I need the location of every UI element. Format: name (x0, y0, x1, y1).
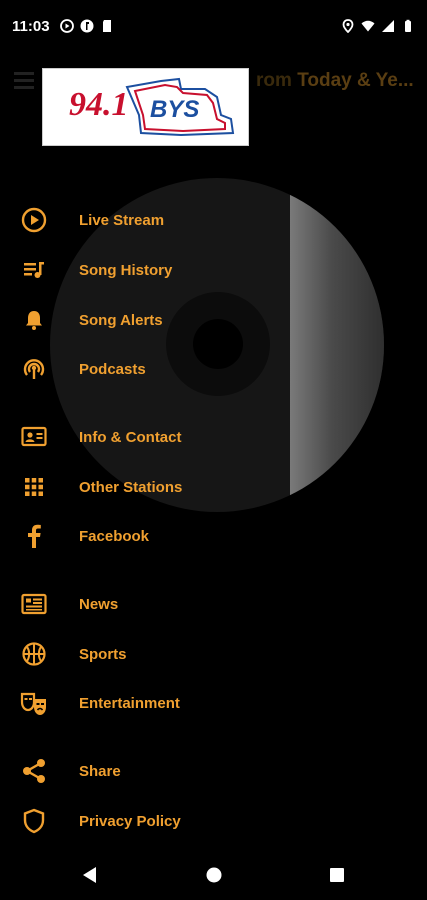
background-title-text: Today & Ye... (297, 70, 414, 91)
menu-item-song-history[interactable]: Song History (0, 247, 250, 293)
status-time: 11:03 (12, 17, 50, 35)
share-icon (20, 757, 48, 785)
menu-item-live-stream[interactable]: Live Stream (0, 197, 250, 243)
facebook-icon (20, 522, 48, 550)
menu-label-facebook: Facebook (79, 527, 150, 545)
menu-item-info-contact[interactable]: Info & Contact (0, 414, 250, 460)
home-button[interactable] (203, 864, 225, 886)
menu-label-song-alerts: Song Alerts (79, 311, 163, 329)
disc-highlight (290, 178, 384, 512)
wifi-icon (361, 20, 375, 32)
bell-icon (20, 306, 48, 334)
menu-item-news[interactable]: News (0, 581, 250, 627)
menu-item-entertainment[interactable]: Entertainment (0, 680, 250, 726)
battery-icon (405, 19, 411, 32)
menu-label-song-history: Song History (79, 261, 173, 279)
background-title-faded: rom (256, 70, 292, 91)
status-bar: 11:03 (0, 0, 427, 52)
menu-label-live-stream: Live Stream (79, 211, 165, 229)
menu-label-news: News (79, 595, 119, 613)
menu-label-share: Share (79, 762, 121, 780)
theater-masks-icon (20, 689, 48, 717)
system-navigation-bar (0, 850, 427, 900)
menu-item-podcasts[interactable]: Podcasts (0, 346, 250, 392)
sd-card-icon (102, 20, 111, 32)
newspaper-icon (20, 590, 48, 618)
back-button[interactable] (79, 864, 101, 886)
menu-item-share[interactable]: Share (0, 748, 250, 794)
background-page-title: rom Today & Ye... (256, 70, 414, 92)
logo-frequency: 94.1 (69, 86, 129, 123)
menu-item-facebook[interactable]: Facebook (0, 513, 250, 559)
menu-item-sports[interactable]: Sports (0, 631, 250, 677)
podcast-icon (20, 355, 48, 383)
recents-button[interactable] (326, 864, 348, 886)
play-circle-icon (20, 206, 48, 234)
menu-label-other-stations: Other Stations (79, 478, 183, 496)
menu-item-other-stations[interactable]: Other Stations (0, 464, 250, 510)
playlist-icon (20, 256, 48, 284)
menu-label-entertainment: Entertainment (79, 694, 180, 712)
station-logo: 94.1 BYS (42, 68, 249, 146)
app-notification-icon (80, 19, 94, 33)
menu-label-sports: Sports (79, 645, 127, 663)
menu-label-info-contact: Info & Contact (79, 428, 182, 446)
shield-icon (20, 807, 48, 835)
menu-label-podcasts: Podcasts (79, 360, 146, 378)
contact-card-icon (20, 423, 48, 451)
status-notification-icons (59, 19, 114, 33)
grid-icon (20, 473, 48, 501)
menu-item-song-alerts[interactable]: Song Alerts (0, 297, 250, 343)
location-icon (342, 19, 354, 33)
hamburger-menu-icon[interactable] (14, 72, 34, 93)
play-notification-icon (59, 19, 74, 33)
menu-item-privacy-policy[interactable]: Privacy Policy (0, 798, 250, 844)
signal-icon (382, 20, 394, 32)
status-system-icons (341, 19, 415, 33)
logo-callsign: BYS (150, 96, 200, 123)
menu-label-privacy-policy: Privacy Policy (79, 812, 181, 830)
basketball-icon (20, 640, 48, 668)
